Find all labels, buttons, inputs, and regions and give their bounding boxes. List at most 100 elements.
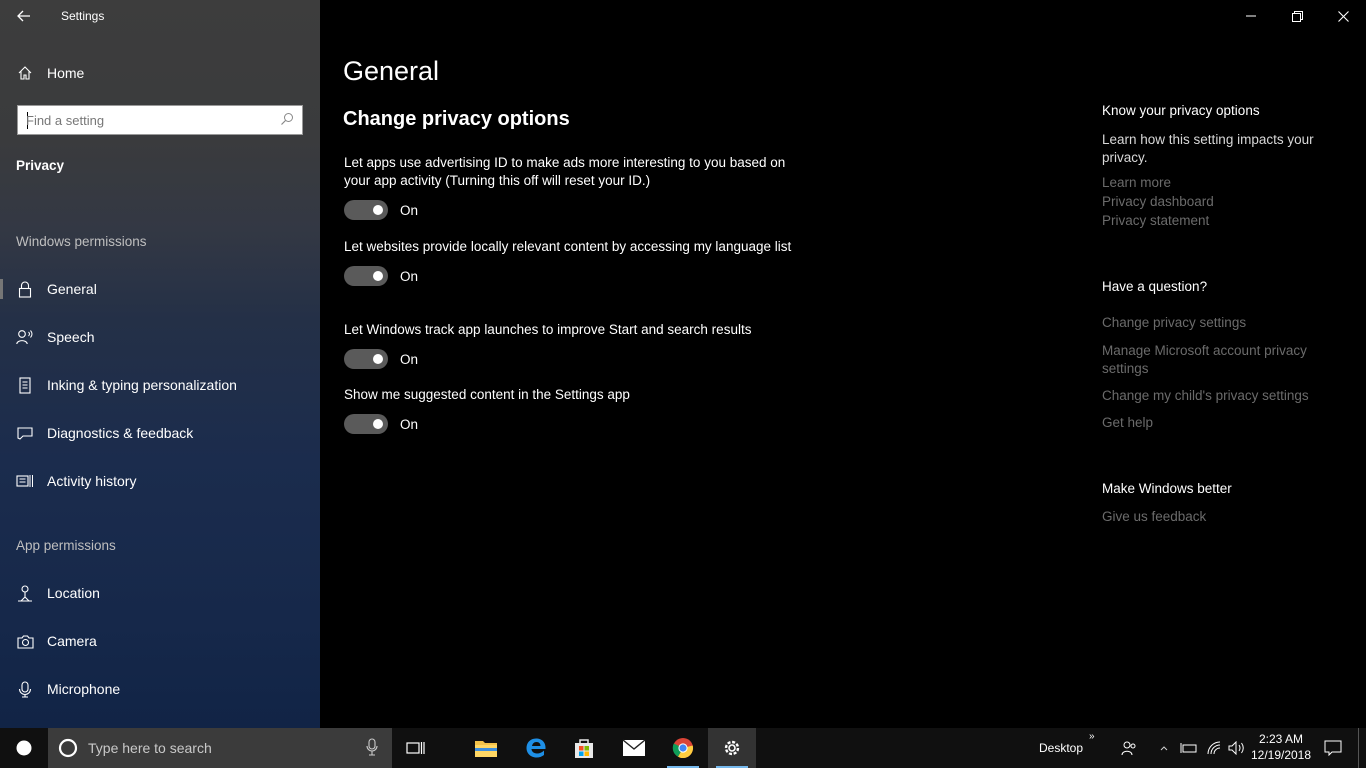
learn-more-link[interactable]: Learn more (1102, 174, 1342, 192)
clock-date: 12/19/2018 (1250, 748, 1312, 762)
toggle-knob (373, 205, 383, 215)
search-icon[interactable] (280, 112, 294, 131)
system-clock[interactable]: 2:23 AM 12/19/2018 (1250, 731, 1312, 763)
diagnostics-icon (16, 424, 34, 442)
chrome-icon (672, 738, 694, 759)
people-button[interactable] (1116, 728, 1142, 768)
manage-account-privacy-link[interactable]: Manage Microsoft account privacy setting… (1102, 342, 1342, 378)
setting-description: Let websites provide locally relevant co… (344, 239, 792, 254)
sidebar-item-label: Location (47, 585, 100, 601)
sidebar-item-label: Camera (47, 633, 97, 649)
action-center-button[interactable] (1318, 728, 1348, 768)
mail-icon (622, 739, 646, 756)
search-input[interactable] (26, 111, 276, 129)
settings-app-button[interactable] (708, 728, 756, 768)
have-question-heading: Have a question? (1102, 279, 1208, 294)
title-bar: Settings (0, 0, 320, 32)
show-desktop-button[interactable] (1358, 728, 1366, 768)
child-privacy-settings-link[interactable]: Change my child's privacy settings (1102, 387, 1342, 405)
task-view-icon (406, 742, 425, 754)
sidebar-item-location[interactable]: Location (0, 573, 320, 613)
hidden-icons-button[interactable] (1154, 728, 1174, 768)
clock-time: 2:23 AM (1258, 732, 1304, 746)
section-title: Privacy (16, 158, 65, 173)
selection-indicator (0, 279, 3, 299)
sidebar-item-general[interactable]: General (0, 269, 320, 309)
network-status[interactable] (1202, 728, 1226, 768)
sidebar-item-diagnostics-feedback[interactable]: Diagnostics & feedback (0, 413, 320, 453)
sidebar-item-home[interactable]: Home (0, 53, 320, 93)
sidebar-item-label: General (47, 281, 97, 297)
battery-icon (1180, 743, 1197, 753)
language-list-toggle[interactable] (344, 266, 388, 286)
microphone-icon (16, 680, 34, 698)
microphone-icon[interactable] (366, 738, 378, 761)
toggle-state-label: On (400, 202, 419, 218)
privacy-dashboard-link[interactable]: Privacy dashboard (1102, 193, 1342, 211)
taskbar-search-placeholder: Type here to search (88, 740, 212, 756)
inking-icon (16, 376, 34, 394)
task-view-button[interactable] (392, 728, 440, 768)
sidebar-item-label: Inking & typing personalization (47, 377, 237, 393)
find-setting-search[interactable] (17, 105, 303, 135)
caption-buttons (1228, 0, 1366, 32)
chrome-browser-button[interactable] (659, 728, 707, 768)
start-button[interactable] (0, 728, 48, 768)
know-privacy-text: Learn how this setting impacts your priv… (1102, 132, 1314, 165)
toolbar-expand-chevron-icon[interactable]: » (1089, 731, 1095, 742)
setting-advertising-id: Let apps use advertising ID to make ads … (344, 154, 794, 220)
back-button[interactable] (8, 2, 40, 30)
sidebar-item-label: Microphone (47, 681, 121, 697)
close-icon (1337, 10, 1349, 22)
advertising-id-toggle[interactable] (344, 200, 388, 220)
camera-icon (16, 632, 34, 650)
minimize-button[interactable] (1228, 0, 1274, 32)
battery-status[interactable] (1178, 728, 1200, 768)
sidebar-item-camera[interactable]: Camera (0, 621, 320, 661)
toggle-knob (373, 354, 383, 364)
privacy-statement-link[interactable]: Privacy statement (1102, 212, 1342, 230)
mail-button[interactable] (610, 728, 658, 768)
file-explorer-button[interactable] (462, 728, 510, 768)
sidebar-item-label: Activity history (47, 473, 137, 489)
sidebar-item-activity-history[interactable]: Activity history (0, 461, 320, 501)
sidebar-item-label: Speech (47, 329, 95, 345)
start-icon (16, 740, 32, 756)
change-privacy-settings-link[interactable]: Change privacy settings (1102, 314, 1342, 332)
restore-button[interactable] (1274, 0, 1320, 32)
toggle-knob (373, 419, 383, 429)
setting-description: Let Windows track app launches to improv… (344, 322, 752, 337)
restore-icon (1291, 10, 1303, 22)
store-button[interactable] (560, 728, 608, 768)
cortana-icon (58, 738, 78, 763)
know-privacy-heading: Know your privacy options (1102, 103, 1260, 118)
sidebar-item-speech[interactable]: Speech (0, 317, 320, 357)
desktop-toolbar-label[interactable]: Desktop (1039, 741, 1083, 755)
sidebar-item-microphone[interactable]: Microphone (0, 669, 320, 709)
taskbar: Type here to search Desktop » 2:23 AM 12… (0, 728, 1366, 768)
setting-suggested-content: Show me suggested content in the Setting… (344, 386, 794, 434)
edge-browser-button[interactable] (512, 728, 560, 768)
gear-icon (724, 740, 740, 756)
app-title: Settings (61, 9, 105, 23)
close-button[interactable] (1320, 0, 1366, 32)
setting-language-list: Let websites provide locally relevant co… (344, 238, 794, 286)
speaker-icon (1228, 741, 1244, 755)
toggle-state-label: On (400, 416, 419, 432)
suggested-content-toggle[interactable] (344, 414, 388, 434)
toggle-state-label: On (400, 268, 419, 284)
sidebar-item-label: Diagnostics & feedback (47, 425, 194, 441)
sidebar-item-inking-typing[interactable]: Inking & typing personalization (0, 365, 320, 405)
volume-control[interactable] (1226, 728, 1248, 768)
sidebar-item-label: Home (47, 65, 85, 81)
setting-track-app-launches: Let Windows track app launches to improv… (344, 321, 794, 369)
track-app-launches-toggle[interactable] (344, 349, 388, 369)
setting-description: Show me suggested content in the Setting… (344, 387, 630, 402)
give-feedback-link[interactable]: Give us feedback (1102, 508, 1342, 526)
location-icon (16, 584, 34, 602)
back-arrow-icon (17, 10, 30, 22)
taskbar-search-box[interactable]: Type here to search (48, 728, 392, 768)
get-help-link[interactable]: Get help (1102, 414, 1342, 432)
home-icon (16, 64, 34, 82)
wifi-icon (1207, 741, 1221, 755)
